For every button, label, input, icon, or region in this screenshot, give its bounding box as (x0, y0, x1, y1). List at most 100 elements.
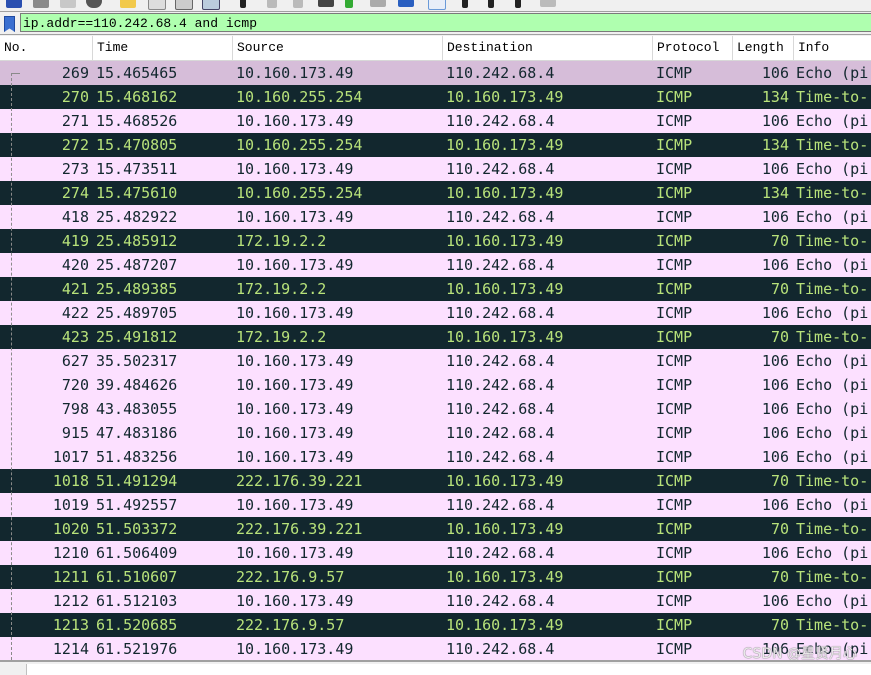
packet-info: Time-to- (796, 184, 869, 202)
packet-info: Echo (pi (796, 424, 869, 442)
packet-time: 15.475610 (96, 184, 178, 202)
packet-source: 10.160.173.49 (236, 64, 354, 82)
packet-row[interactable]: 915 47.483186 10.160.173.49 110.242.68.4 ICM… (0, 421, 871, 445)
shark-fin-icon[interactable] (6, 0, 22, 8)
close-file-icon[interactable] (175, 0, 193, 10)
packet-length: 106 (761, 352, 789, 370)
packet-protocol: ICMP (656, 256, 693, 274)
zoom-normal-icon[interactable] (515, 0, 521, 8)
packet-source: 10.160.255.254 (236, 136, 363, 154)
packet-row[interactable]: 423 25.491812 172.19.2.2 10.160.173.49 ICMP 7… (0, 325, 871, 349)
packet-row[interactable]: 420 25.487207 10.160.173.49 110.242.68.4 ICM… (0, 253, 871, 277)
packet-row[interactable]: 271 15.468526 10.160.173.49 110.242.68.4 ICM… (0, 109, 871, 133)
packet-info: Echo (pi (796, 304, 869, 322)
colorize-icon[interactable] (428, 0, 446, 10)
packet-row[interactable]: 1214 61.521976 10.160.173.49 110.242.68.4 IC… (0, 637, 871, 660)
packet-source: 222.176.9.57 (236, 616, 345, 634)
packet-row[interactable]: 269 15.465465 10.160.173.49 110.242.68.4 ICM… (0, 61, 871, 85)
packet-source: 10.160.173.49 (236, 424, 354, 442)
packet-length: 106 (761, 376, 789, 394)
packet-row[interactable]: 419 25.485912 172.19.2.2 10.160.173.49 ICMP 7… (0, 229, 871, 253)
packet-row[interactable]: 274 15.475610 10.160.255.254 10.160.173.49 I… (0, 181, 871, 205)
packet-destination: 10.160.173.49 (446, 568, 564, 586)
column-header-destination[interactable]: Destination (442, 36, 652, 60)
packet-no: 272 (61, 136, 89, 154)
packet-protocol: ICMP (656, 352, 693, 370)
packet-protocol: ICMP (656, 472, 693, 490)
packet-source: 10.160.173.49 (236, 640, 354, 658)
packet-protocol: ICMP (656, 88, 693, 106)
resize-columns-icon[interactable] (540, 0, 556, 7)
packet-row[interactable]: 720 39.484626 10.160.173.49 110.242.68.4 ICM… (0, 373, 871, 397)
packet-time: 15.465465 (96, 64, 178, 82)
packet-protocol: ICMP (656, 544, 693, 562)
packet-length: 106 (761, 64, 789, 82)
packet-protocol: ICMP (656, 112, 693, 130)
restart-icon[interactable] (60, 0, 76, 8)
packet-length: 134 (761, 184, 789, 202)
packet-info: Time-to- (796, 232, 869, 250)
packet-row[interactable]: 1212 61.512103 10.160.173.49 110.242.68.4 IC… (0, 589, 871, 613)
packet-source: 10.160.173.49 (236, 304, 354, 322)
search-icon[interactable] (240, 0, 246, 8)
packet-destination: 10.160.173.49 (446, 88, 564, 106)
packet-source: 10.160.173.49 (236, 112, 354, 130)
packet-row[interactable]: 273 15.473511 10.160.173.49 110.242.68.4 ICM… (0, 157, 871, 181)
packet-row[interactable]: 1213 61.520685 222.176.9.57 10.160.173.49 IC… (0, 613, 871, 637)
zoom-in-icon[interactable] (462, 0, 468, 8)
column-header-info[interactable]: Info (793, 36, 871, 60)
column-header-no[interactable]: No. (0, 36, 92, 60)
packet-protocol: ICMP (656, 208, 693, 226)
packet-row[interactable]: 1017 51.483256 10.160.173.49 110.242.68.4 IC… (0, 445, 871, 469)
column-header-length[interactable]: Length (732, 36, 793, 60)
forward-icon[interactable] (293, 0, 303, 8)
save-icon[interactable] (148, 0, 166, 10)
jump-icon[interactable] (318, 0, 334, 7)
packet-no: 419 (61, 232, 89, 250)
packet-destination: 10.160.173.49 (446, 280, 564, 298)
packet-row[interactable]: 1018 51.491294 222.176.39.221 10.160.173.49… (0, 469, 871, 493)
options-icon[interactable] (86, 0, 102, 8)
column-header-source[interactable]: Source (232, 36, 442, 60)
packet-source: 222.176.39.221 (236, 520, 363, 538)
packet-row[interactable]: 1019 51.492557 10.160.173.49 110.242.68.4 IC… (0, 493, 871, 517)
autoscroll-icon[interactable] (398, 0, 414, 7)
packet-row[interactable]: 270 15.468162 10.160.255.254 10.160.173.49 I… (0, 85, 871, 109)
packet-list[interactable]: 269 15.465465 10.160.173.49 110.242.68.4 ICM… (0, 61, 871, 660)
packet-length: 106 (761, 544, 789, 562)
first-packet-icon[interactable] (345, 0, 353, 8)
packet-row[interactable]: 1020 51.503372 222.176.39.221 10.160.173.49… (0, 517, 871, 541)
column-header-time[interactable]: Time (92, 36, 232, 60)
packet-row[interactable]: 798 43.483055 10.160.173.49 110.242.68.4 ICM… (0, 397, 871, 421)
packet-row[interactable]: 1210 61.506409 10.160.173.49 110.242.68.4 IC… (0, 541, 871, 565)
display-filter-input[interactable]: ip.addr==110.242.68.4 and icmp (20, 13, 871, 32)
packet-time: 25.487207 (96, 256, 178, 274)
packet-row[interactable]: 272 15.470805 10.160.255.254 10.160.173.49 I… (0, 133, 871, 157)
zoom-out-icon[interactable] (488, 0, 494, 8)
packet-row[interactable]: 421 25.489385 172.19.2.2 10.160.173.49 ICMP 7… (0, 277, 871, 301)
packet-length: 106 (761, 256, 789, 274)
column-header-protocol[interactable]: Protocol (652, 36, 732, 60)
packet-row[interactable]: 1211 61.510607 222.176.9.57 10.160.173.49 IC… (0, 565, 871, 589)
packet-row[interactable]: 627 35.502317 10.160.173.49 110.242.68.4 ICM… (0, 349, 871, 373)
bookmark-icon[interactable] (4, 16, 15, 32)
last-packet-icon[interactable] (370, 0, 386, 7)
packet-info: Echo (pi (796, 256, 869, 274)
packet-protocol: ICMP (656, 136, 693, 154)
packet-time: 39.484626 (96, 376, 178, 394)
packet-time: 25.491812 (96, 328, 178, 346)
packet-row[interactable]: 418 25.482922 10.160.173.49 110.242.68.4 ICM… (0, 205, 871, 229)
packet-no: 271 (61, 112, 89, 130)
packet-destination: 10.160.173.49 (446, 520, 564, 538)
packet-row[interactable]: 422 25.489705 10.160.173.49 110.242.68.4 ICM… (0, 301, 871, 325)
packet-details-area[interactable] (26, 664, 871, 675)
back-icon[interactable] (267, 0, 277, 8)
packet-no: 273 (61, 160, 89, 178)
packet-protocol: ICMP (656, 400, 693, 418)
packet-source: 222.176.9.57 (236, 568, 345, 586)
open-file-icon[interactable] (120, 0, 136, 8)
packet-no: 270 (61, 88, 89, 106)
reload-icon[interactable] (202, 0, 220, 10)
stop-icon[interactable] (33, 0, 49, 8)
packet-destination: 110.242.68.4 (446, 64, 555, 82)
